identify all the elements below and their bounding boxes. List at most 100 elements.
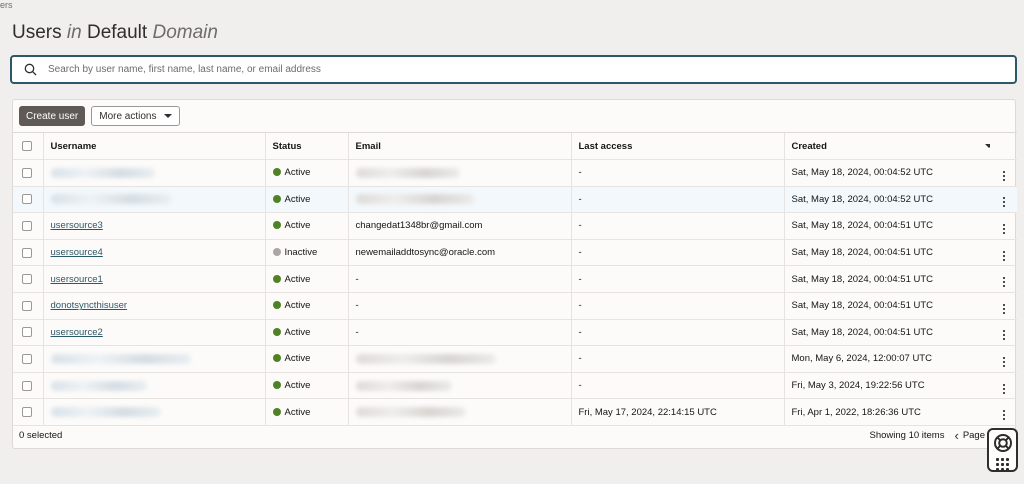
row-checkbox[interactable] <box>22 220 32 231</box>
email-text: newemailaddtosync@oracle.com <box>355 247 496 259</box>
table-row[interactable]: Active - Mon, May 6, 2024, 12:00:07 UTC <box>13 345 1017 373</box>
table-row[interactable]: Active - Sat, May 18, 2024, 00:04:52 UTC <box>13 159 1017 187</box>
table-row[interactable]: Active - Sat, May 18, 2024, 00:04:52 UTC <box>13 186 1017 214</box>
table-row[interactable]: usersource2 Active - - Sat, May 18, 2024, 00… <box>13 319 1017 347</box>
search-input[interactable] <box>48 57 1015 82</box>
create-user-button[interactable]: Create user <box>19 106 86 126</box>
kebab-icon[interactable] <box>1002 330 1005 341</box>
cell-status: Active <box>264 372 348 400</box>
status-dot-icon <box>272 327 281 336</box>
users-panel: Create user More actions Username Status… <box>12 99 1017 449</box>
title-in: in <box>66 22 82 43</box>
table-row[interactable]: donotsyncthisuser Active - - Sat, May 18, 20… <box>13 292 1017 320</box>
status-text: Active <box>284 220 311 232</box>
table-row[interactable]: usersource3 Active changedat1348br@gmail.c… <box>13 212 1017 240</box>
cell-email: - <box>347 292 571 320</box>
cell-created: Sat, May 18, 2024, 00:04:51 UTC <box>783 212 990 240</box>
redacted-email <box>355 380 452 391</box>
row-select <box>13 265 43 293</box>
redacted-username <box>50 407 161 418</box>
breadcrumb[interactable]: ers <box>0 0 13 10</box>
cell-email <box>347 345 571 373</box>
cell-email: changedat1348br@gmail.com <box>347 212 571 240</box>
header-email[interactable]: Email <box>347 132 571 160</box>
cell-status: Active <box>264 319 348 347</box>
header-actions <box>990 132 1017 160</box>
kebab-icon[interactable] <box>1002 383 1005 394</box>
more-actions-label: More actions <box>99 110 157 122</box>
redacted-email <box>355 353 496 364</box>
redacted-username <box>50 380 147 391</box>
row-checkbox[interactable] <box>22 300 32 311</box>
title-prefix: Users <box>12 22 62 43</box>
kebab-icon[interactable] <box>1002 410 1005 421</box>
status-dot-icon <box>272 248 281 257</box>
cell-last-access: - <box>570 319 784 347</box>
row-actions <box>990 372 1017 400</box>
cell-last-access: - <box>570 345 784 373</box>
cell-email <box>347 186 571 214</box>
username-link[interactable]: usersource3 <box>51 220 103 231</box>
status-text: Active <box>284 406 311 418</box>
caret-down-icon <box>163 114 172 118</box>
status-dot-icon <box>272 194 281 203</box>
header-status[interactable]: Status <box>264 132 348 160</box>
showing-count: Showing 10 items <box>869 429 945 441</box>
header-last-access[interactable]: Last access <box>570 132 784 160</box>
row-checkbox[interactable] <box>22 274 32 285</box>
kebab-icon[interactable] <box>1002 356 1005 367</box>
select-all-checkbox[interactable] <box>22 140 32 151</box>
cell-status: Active <box>264 265 348 293</box>
kebab-icon[interactable] <box>1002 170 1005 181</box>
status-dot-icon <box>272 381 281 390</box>
kebab-icon[interactable] <box>1002 277 1005 288</box>
table-row[interactable]: Active - Fri, May 3, 2024, 19:22:56 UTC <box>13 372 1017 400</box>
cell-email <box>347 372 571 400</box>
cell-username: usersource4 <box>42 239 265 267</box>
chevron-left-icon[interactable]: ‹ <box>954 428 958 443</box>
sort-caret-icon[interactable] <box>984 143 990 148</box>
cell-last-access: - <box>570 239 784 267</box>
status-text: Active <box>284 167 311 179</box>
row-checkbox[interactable] <box>22 247 32 258</box>
table-header-row: Username Status Email Last access Create… <box>13 132 1017 160</box>
apps-grid-icon[interactable] <box>996 458 1009 471</box>
row-checkbox[interactable] <box>22 167 32 178</box>
cell-created: Fri, May 3, 2024, 19:22:56 UTC <box>783 372 990 400</box>
username-link[interactable]: usersource2 <box>51 327 103 338</box>
cell-email: newemailaddtosync@oracle.com <box>347 239 571 267</box>
row-checkbox[interactable] <box>22 407 32 418</box>
username-link[interactable]: usersource4 <box>51 247 103 258</box>
more-actions-button[interactable]: More actions <box>91 106 180 126</box>
search-icon <box>12 63 48 76</box>
username-link[interactable]: usersource1 <box>51 274 103 285</box>
row-checkbox[interactable] <box>22 353 32 364</box>
kebab-icon[interactable] <box>1002 197 1005 208</box>
header-username[interactable]: Username <box>42 132 265 160</box>
cell-created: Sat, May 18, 2024, 00:04:51 UTC <box>783 265 990 293</box>
cell-last-access: - <box>570 372 784 400</box>
status-text: Active <box>284 273 311 285</box>
username-link[interactable]: donotsyncthisuser <box>51 300 128 311</box>
table-row[interactable]: usersource1 Active - - Sat, May 18, 2024, 00… <box>13 265 1017 293</box>
status-dot-icon <box>272 168 281 177</box>
row-select <box>13 319 43 347</box>
redacted-email <box>355 194 474 205</box>
help-lifebuoy-icon[interactable] <box>993 433 1013 458</box>
row-checkbox[interactable] <box>22 327 32 338</box>
search-bar <box>10 55 1017 84</box>
redacted-email <box>355 167 460 178</box>
cell-username <box>42 186 265 214</box>
cell-last-access: - <box>570 265 784 293</box>
kebab-icon[interactable] <box>1002 250 1005 261</box>
status-dot-icon <box>272 221 281 230</box>
kebab-icon[interactable] <box>1002 303 1005 314</box>
kebab-icon[interactable] <box>1002 223 1005 234</box>
page-title: Users in Default Domain <box>12 22 218 44</box>
row-checkbox[interactable] <box>22 380 32 391</box>
header-created[interactable]: Created <box>783 132 990 160</box>
row-select <box>13 159 43 187</box>
help-widget[interactable] <box>987 428 1018 472</box>
table-row[interactable]: usersource4 Inactive newemailaddtosync@ora… <box>13 239 1017 267</box>
row-checkbox[interactable] <box>22 194 32 205</box>
